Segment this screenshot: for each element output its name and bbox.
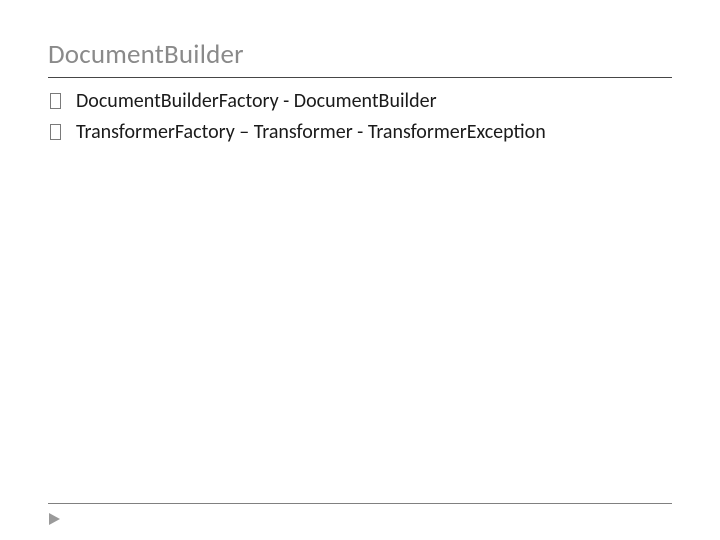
bullet-icon [48, 123, 62, 141]
slide: DocumentBuilder DocumentBuilderFactory -… [0, 0, 720, 540]
list-item: DocumentBuilderFactory - DocumentBuilder [48, 88, 672, 115]
play-icon [48, 512, 62, 526]
page-title: DocumentBuilder [48, 38, 672, 71]
list-item: TransformerFactory – Transformer - Trans… [48, 119, 672, 146]
title-divider [48, 77, 672, 78]
list-item-text: DocumentBuilderFactory - DocumentBuilder [76, 88, 437, 115]
footer-divider [48, 503, 672, 504]
bullet-icon [48, 92, 62, 110]
list-item-text: TransformerFactory – Transformer - Trans… [76, 119, 546, 146]
title-block: DocumentBuilder [48, 38, 672, 78]
bullet-list: DocumentBuilderFactory - DocumentBuilder… [48, 88, 672, 146]
